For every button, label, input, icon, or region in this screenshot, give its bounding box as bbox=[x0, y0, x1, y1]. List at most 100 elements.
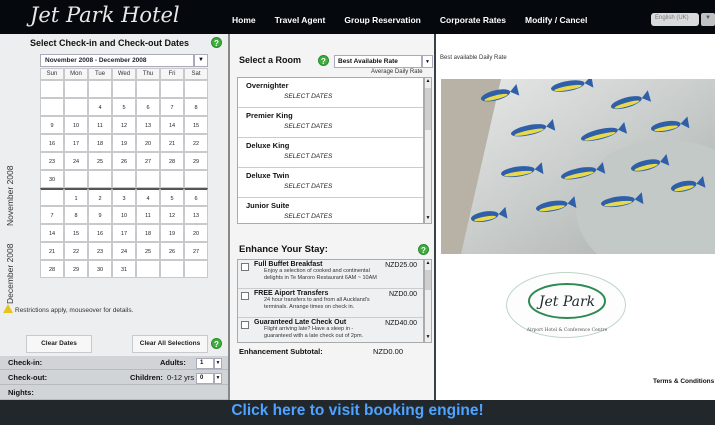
chevron-down-icon[interactable]: ▼ bbox=[194, 54, 208, 67]
calendar-day[interactable]: 18 bbox=[88, 134, 112, 152]
nav-travel-agent[interactable]: Travel Agent bbox=[275, 15, 326, 25]
language-select[interactable]: English (UK) bbox=[651, 13, 699, 26]
nav-home[interactable]: Home bbox=[232, 15, 256, 25]
help-icon[interactable]: ? bbox=[318, 55, 329, 66]
calendar-day[interactable]: 15 bbox=[64, 224, 88, 242]
enhancement-list-scrollbar[interactable]: ▲ ▼ bbox=[424, 259, 432, 343]
chevron-down-icon[interactable]: ▼ bbox=[214, 373, 222, 384]
calendar-day[interactable]: 24 bbox=[64, 152, 88, 170]
scroll-thumb[interactable] bbox=[425, 270, 431, 290]
calendar-day[interactable]: 23 bbox=[88, 242, 112, 260]
room-list-scrollbar[interactable]: ▲ ▼ bbox=[424, 77, 432, 224]
calendar-day[interactable]: 30 bbox=[88, 260, 112, 278]
calendar-day[interactable]: 19 bbox=[160, 224, 184, 242]
calendar-day[interactable]: 29 bbox=[64, 260, 88, 278]
enhancement-checkbox[interactable] bbox=[241, 292, 249, 300]
chevron-down-icon[interactable]: ▼ bbox=[214, 358, 222, 369]
terms-link[interactable]: Terms & Conditions bbox=[653, 378, 714, 385]
calendar-day[interactable]: 28 bbox=[160, 152, 184, 170]
calendar-day[interactable]: 6 bbox=[136, 98, 160, 116]
scroll-thumb[interactable] bbox=[425, 88, 431, 130]
calendar-day[interactable]: 5 bbox=[160, 188, 184, 206]
calendar-day[interactable]: 21 bbox=[160, 134, 184, 152]
calendar-day[interactable]: 20 bbox=[184, 224, 208, 242]
calendar-day[interactable]: 21 bbox=[40, 242, 64, 260]
calendar-day[interactable]: 10 bbox=[64, 116, 88, 134]
adults-select[interactable]: 1 bbox=[196, 358, 214, 369]
room-option[interactable]: Junior Suite SELECT DATES bbox=[238, 198, 423, 223]
calendar-day[interactable]: 24 bbox=[112, 242, 136, 260]
calendar-day[interactable]: 28 bbox=[40, 260, 64, 278]
calendar-day[interactable]: 16 bbox=[40, 134, 64, 152]
room-option[interactable]: Deluxe Twin SELECT DATES bbox=[238, 168, 423, 198]
scroll-down-icon[interactable]: ▼ bbox=[425, 215, 431, 223]
calendar-day[interactable]: 12 bbox=[112, 116, 136, 134]
scroll-up-icon[interactable]: ▲ bbox=[425, 260, 431, 268]
calendar-day[interactable]: 4 bbox=[136, 188, 160, 206]
calendar-day[interactable]: 6 bbox=[184, 188, 208, 206]
room-option[interactable]: Premier King SELECT DATES bbox=[238, 108, 423, 138]
enhancement-checkbox[interactable] bbox=[241, 263, 249, 271]
clear-dates-button[interactable]: Clear Dates bbox=[26, 335, 92, 353]
help-icon[interactable]: ? bbox=[211, 37, 222, 48]
calendar-day[interactable]: 26 bbox=[160, 242, 184, 260]
room-option[interactable]: Deluxe King SELECT DATES bbox=[238, 138, 423, 168]
calendar-day[interactable]: 18 bbox=[136, 224, 160, 242]
help-icon[interactable]: ? bbox=[418, 244, 429, 255]
calendar-day[interactable]: 11 bbox=[136, 206, 160, 224]
calendar-day[interactable]: 8 bbox=[64, 206, 88, 224]
calendar-day[interactable]: 9 bbox=[40, 116, 64, 134]
calendar-day[interactable]: 23 bbox=[40, 152, 64, 170]
calendar-day[interactable]: 22 bbox=[184, 134, 208, 152]
calendar-day[interactable]: 16 bbox=[88, 224, 112, 242]
children-select[interactable]: 0 bbox=[196, 373, 214, 384]
calendar-day[interactable]: 7 bbox=[160, 98, 184, 116]
calendar-day[interactable]: 20 bbox=[136, 134, 160, 152]
nav-corporate-rates[interactable]: Corporate Rates bbox=[440, 15, 506, 25]
calendar-day[interactable]: 13 bbox=[136, 116, 160, 134]
room-option[interactable]: Overnighter SELECT DATES bbox=[238, 78, 423, 108]
calendar-day[interactable]: 25 bbox=[136, 242, 160, 260]
rate-select[interactable]: Best Available Rate bbox=[334, 55, 422, 68]
calendar-day[interactable]: 13 bbox=[184, 206, 208, 224]
calendar-day[interactable]: 7 bbox=[40, 206, 64, 224]
calendar-day[interactable]: 11 bbox=[88, 116, 112, 134]
hotel-logo[interactable]: Jet Park Hotel bbox=[30, 3, 180, 27]
chevron-down-icon[interactable]: ▼ bbox=[701, 13, 715, 26]
scroll-up-icon[interactable]: ▲ bbox=[425, 78, 431, 86]
calendar-day[interactable]: 26 bbox=[112, 152, 136, 170]
calendar-day[interactable]: 1 bbox=[64, 188, 88, 206]
nav-modify-cancel[interactable]: Modify / Cancel bbox=[525, 15, 587, 25]
room-list[interactable]: Overnighter SELECT DATES Premier King SELE… bbox=[237, 77, 424, 224]
enhancement-checkbox[interactable] bbox=[241, 321, 249, 329]
calendar-day[interactable]: 27 bbox=[184, 242, 208, 260]
calendar-day[interactable]: 12 bbox=[160, 206, 184, 224]
enhancement-list[interactable]: Full Buffet Breakfast NZD25.00 Enjoy a s… bbox=[237, 259, 424, 343]
scroll-down-icon[interactable]: ▼ bbox=[425, 334, 431, 342]
calendar-day[interactable]: 8 bbox=[184, 98, 208, 116]
booking-engine-link[interactable]: Click here to visit booking engine! bbox=[0, 402, 715, 420]
calendar-day[interactable]: 15 bbox=[184, 116, 208, 134]
calendar-day[interactable]: 14 bbox=[40, 224, 64, 242]
calendar-day[interactable]: 19 bbox=[112, 134, 136, 152]
calendar-day[interactable]: 22 bbox=[64, 242, 88, 260]
calendar-day[interactable]: 27 bbox=[136, 152, 160, 170]
calendar-day[interactable]: 31 bbox=[112, 260, 136, 278]
chevron-down-icon[interactable]: ▼ bbox=[422, 55, 433, 68]
calendar-day[interactable]: 14 bbox=[160, 116, 184, 134]
calendar-day[interactable]: 5 bbox=[112, 98, 136, 116]
restrictions-note[interactable]: Restrictions apply, mouseover for detail… bbox=[3, 304, 133, 314]
clear-all-selections-button[interactable]: Clear All Selections bbox=[132, 335, 208, 353]
nav-group-reservation[interactable]: Group Reservation bbox=[344, 15, 421, 25]
calendar-day[interactable]: 17 bbox=[64, 134, 88, 152]
calendar-day[interactable]: 17 bbox=[112, 224, 136, 242]
calendar-day[interactable]: 4 bbox=[88, 98, 112, 116]
help-icon[interactable]: ? bbox=[211, 338, 222, 349]
calendar-day[interactable]: 9 bbox=[88, 206, 112, 224]
calendar-day[interactable]: 25 bbox=[88, 152, 112, 170]
calendar-day[interactable]: 2 bbox=[88, 188, 112, 206]
calendar-day[interactable]: 29 bbox=[184, 152, 208, 170]
calendar-day[interactable]: 30 bbox=[40, 170, 64, 188]
calendar-day[interactable]: 3 bbox=[112, 188, 136, 206]
calendar-day[interactable]: 10 bbox=[112, 206, 136, 224]
